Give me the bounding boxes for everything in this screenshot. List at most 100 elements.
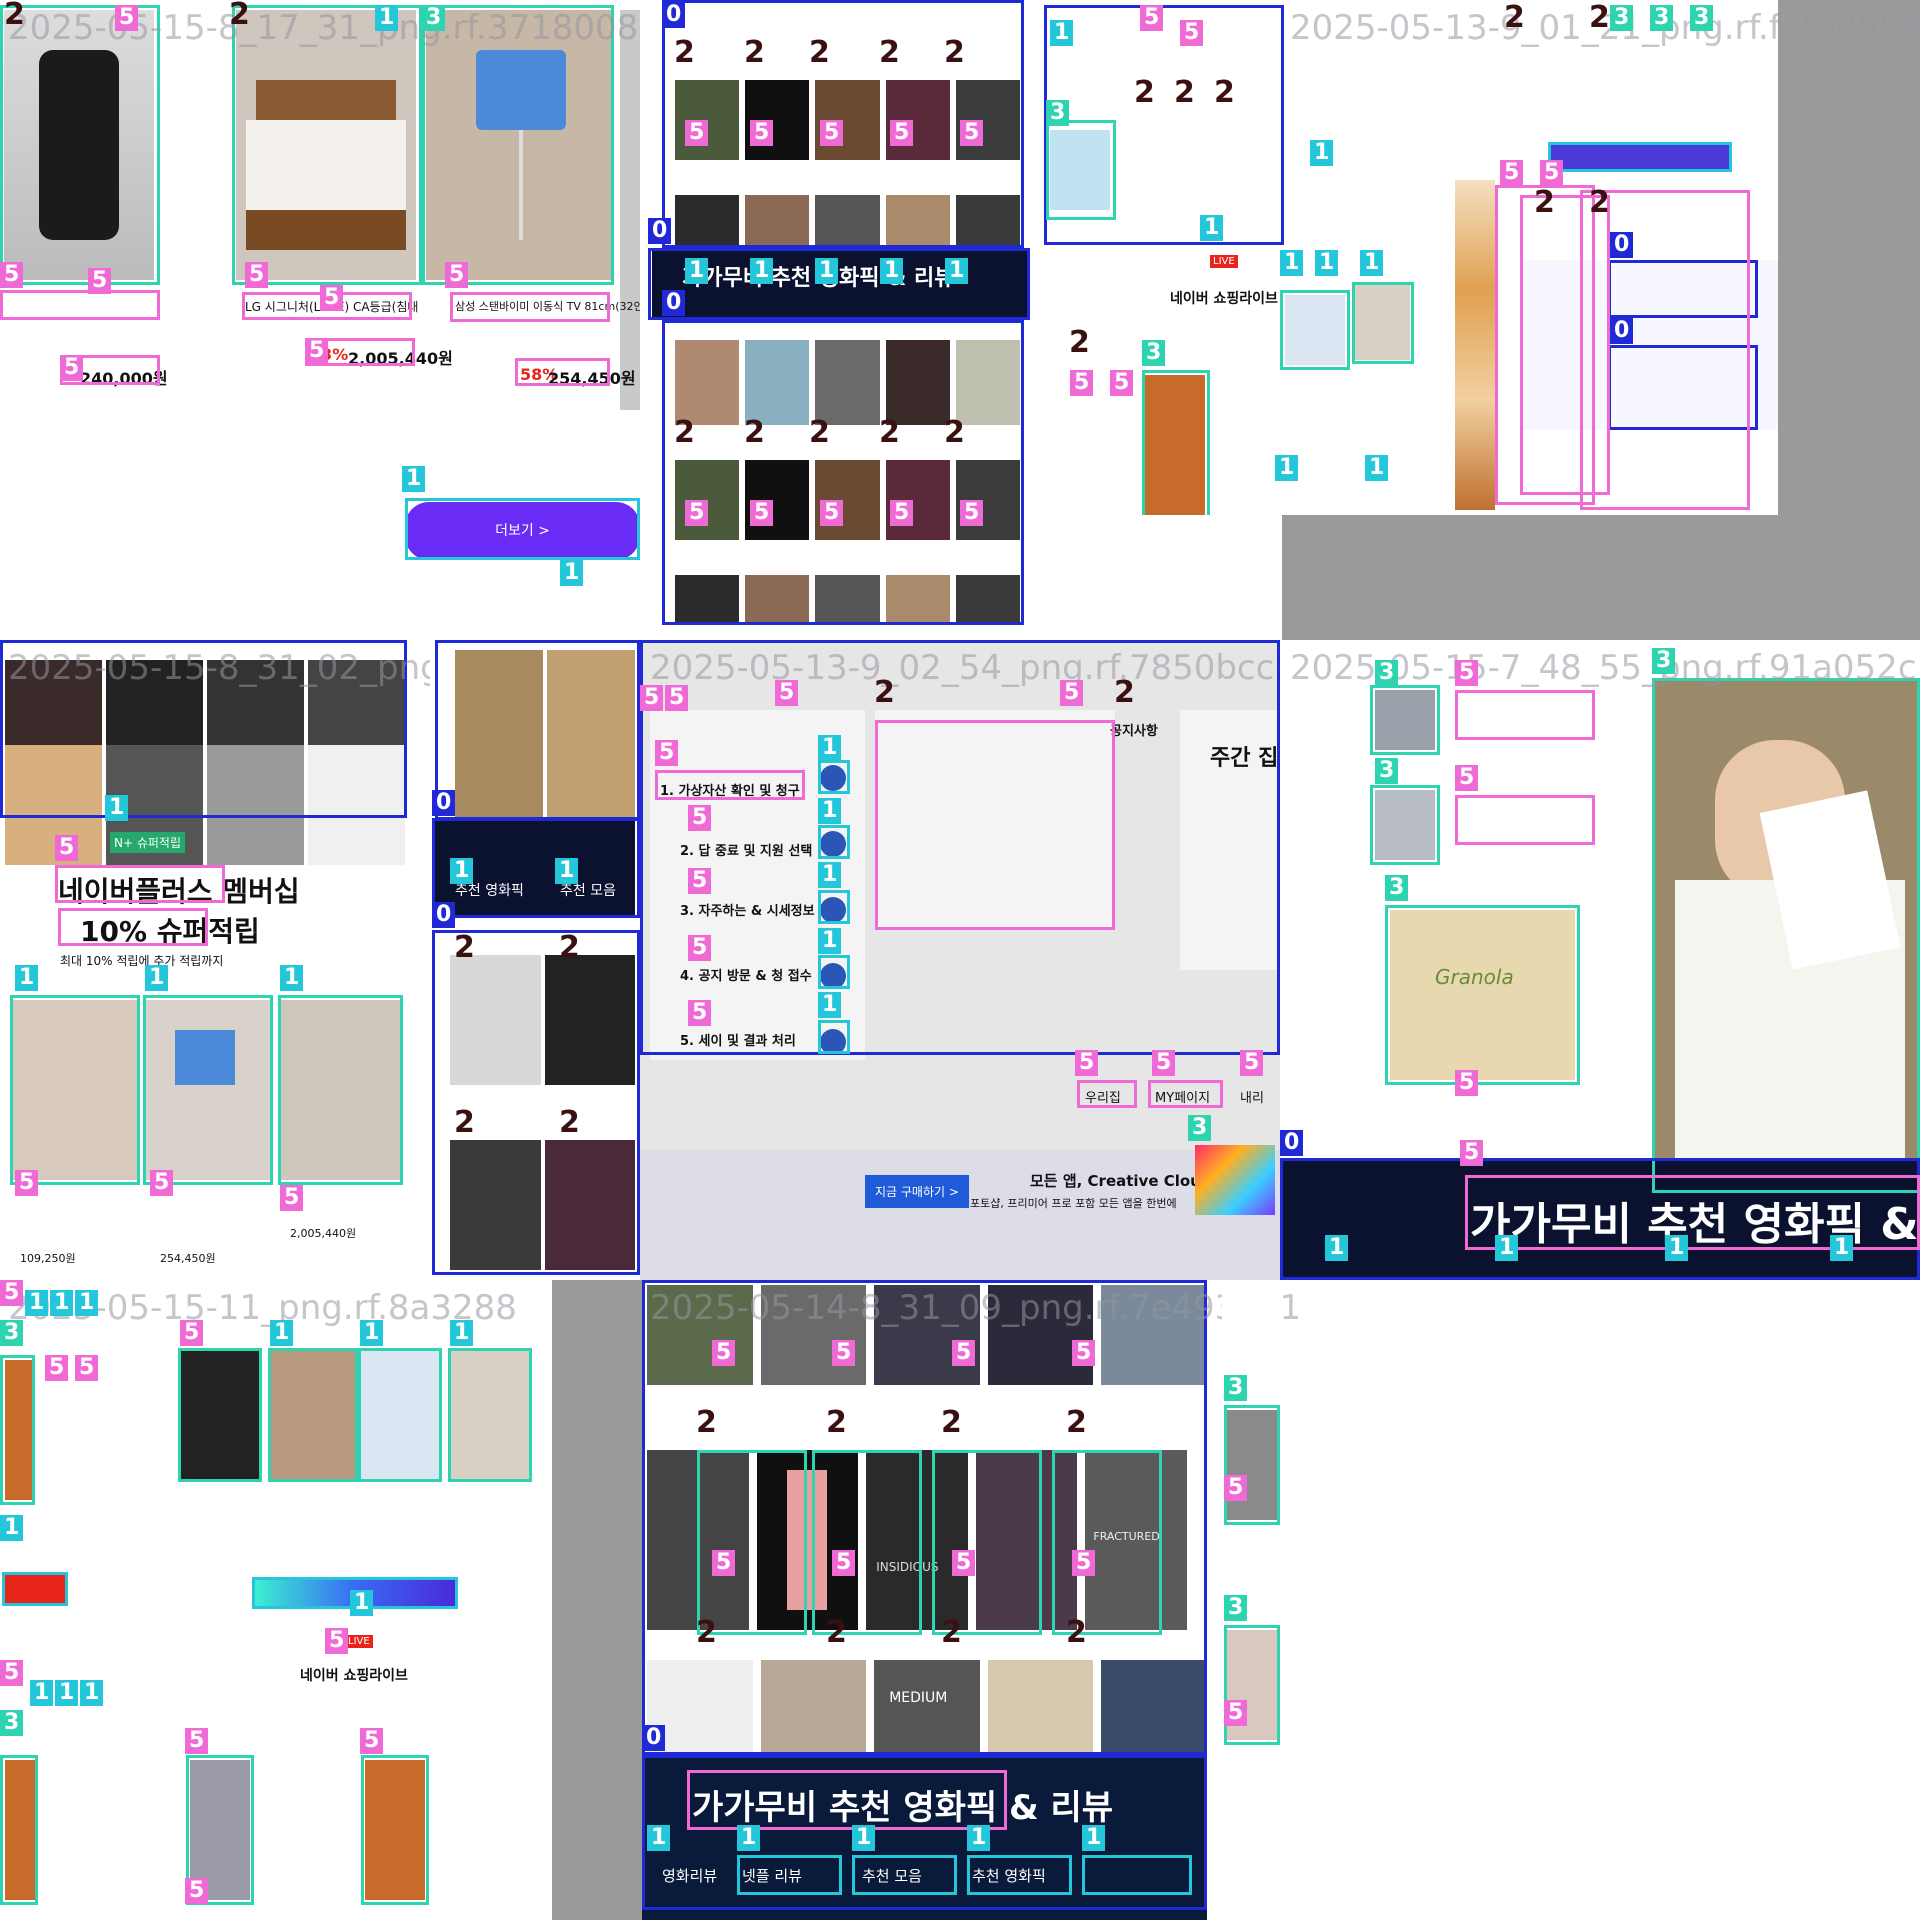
label-2: 2 bbox=[879, 415, 900, 450]
label-5: 5 bbox=[1500, 160, 1524, 186]
label-5: 5 bbox=[320, 285, 344, 311]
label-2: 2 bbox=[826, 1615, 847, 1650]
label-5: 5 bbox=[832, 1550, 856, 1576]
label-1: 1 bbox=[852, 1825, 876, 1851]
label-5: 5 bbox=[832, 1340, 856, 1366]
label-1: 1 bbox=[815, 258, 839, 284]
food-images[interactable] bbox=[1455, 180, 1495, 510]
tile-help-d: 1. 가상자산 확인 및 청구 2. 답 중료 및 지원 선택 3. 자주하는 … bbox=[640, 640, 1280, 1280]
label-1: 1 bbox=[560, 560, 584, 586]
det-icon-1 bbox=[818, 760, 850, 794]
tile-movies-g: INSIDIOUS FRACTURED MEDIUM 가가무비 추천 영화픽 &… bbox=[642, 1280, 1282, 1920]
det-tab-g3 bbox=[967, 1855, 1072, 1895]
label-5: 5 bbox=[0, 1660, 24, 1686]
det-product-2 bbox=[232, 5, 422, 285]
adobe-buy-button[interactable]: 지금 구매하기 > bbox=[865, 1175, 969, 1208]
label-1: 1 bbox=[1495, 1235, 1519, 1261]
label-1: 1 bbox=[647, 1825, 671, 1851]
label-5: 5 bbox=[712, 1340, 736, 1366]
label-5: 5 bbox=[1455, 1070, 1479, 1096]
label-3: 3 bbox=[1224, 1375, 1248, 1401]
label-1: 1 bbox=[555, 858, 579, 884]
label-5: 5 bbox=[445, 262, 469, 288]
label-5: 5 bbox=[640, 685, 664, 711]
det-bed bbox=[448, 1348, 532, 1482]
label-2: 2 bbox=[874, 675, 895, 710]
live-badge-f: LIVE bbox=[345, 1635, 373, 1648]
det-grid-bottom bbox=[662, 320, 1024, 625]
label-1: 1 bbox=[0, 1515, 24, 1541]
det-poster-col bbox=[435, 640, 640, 820]
tile-movies-b: 가가무비 추천 영화픽 & 리뷰 0 0 0 2 2 2 2 2 5 5 5 5… bbox=[640, 0, 1040, 640]
label-0: 0 bbox=[662, 2, 686, 28]
det-prod-c3 bbox=[278, 995, 403, 1185]
label-3: 3 bbox=[422, 5, 446, 31]
live-title-f: 네이버 쇼핑라이브 bbox=[300, 1668, 408, 1684]
label-1: 1 bbox=[1315, 250, 1339, 276]
label-0: 0 bbox=[1610, 232, 1634, 258]
label-3: 3 bbox=[1690, 5, 1714, 31]
tile-news-e: Granola 가가무비 추천 영화픽 & 리뷰 3 3 3 3 3 5 5 5… bbox=[1280, 640, 1920, 1280]
label-3: 3 bbox=[1046, 100, 1070, 126]
label-2: 2 bbox=[809, 415, 830, 450]
label-2: 2 bbox=[696, 1405, 717, 1440]
label-5: 5 bbox=[820, 120, 844, 146]
label-1: 1 bbox=[30, 1680, 54, 1706]
label-5: 5 bbox=[1224, 1475, 1248, 1501]
label-2: 2 bbox=[944, 415, 965, 450]
label-1: 1 bbox=[1365, 455, 1389, 481]
label-1: 1 bbox=[55, 1680, 79, 1706]
label-5: 5 bbox=[952, 1340, 976, 1366]
det-chicken-f2 bbox=[361, 1755, 429, 1905]
label-3: 3 bbox=[0, 1320, 24, 1346]
label-5: 5 bbox=[1072, 1550, 1096, 1576]
label-1: 1 bbox=[737, 1825, 761, 1851]
det-title bbox=[55, 865, 225, 903]
label-2: 2 bbox=[826, 1405, 847, 1440]
label-5: 5 bbox=[88, 268, 112, 294]
empty-region-mid bbox=[552, 1280, 642, 1920]
label-5: 5 bbox=[820, 500, 844, 526]
label-3: 3 bbox=[1610, 5, 1634, 31]
label-1: 1 bbox=[818, 735, 842, 761]
label-3: 3 bbox=[1142, 340, 1166, 366]
label-5: 5 bbox=[185, 1728, 209, 1754]
label-0: 0 bbox=[648, 218, 672, 244]
det-text-5 bbox=[450, 292, 610, 322]
label-5: 5 bbox=[185, 1878, 209, 1904]
label-3: 3 bbox=[1375, 660, 1399, 686]
label-1: 1 bbox=[1665, 1235, 1689, 1261]
superreward-badge[interactable]: N+ 슈퍼적립 bbox=[110, 832, 186, 853]
label-5: 5 bbox=[280, 1185, 304, 1211]
label-1: 1 bbox=[450, 858, 474, 884]
membership-note: 최대 10% 적립에 추가 적립까지 bbox=[60, 954, 224, 968]
label-5: 5 bbox=[1072, 1340, 1096, 1366]
label-2: 2 bbox=[1534, 185, 1555, 220]
label-2: 2 bbox=[559, 930, 580, 965]
label-2: 2 bbox=[1504, 0, 1525, 35]
det-tab-g2 bbox=[852, 1855, 957, 1895]
det-menu-1 bbox=[655, 770, 805, 800]
label-5: 5 bbox=[55, 835, 79, 861]
det-gift bbox=[1046, 120, 1116, 220]
label-1: 1 bbox=[280, 965, 304, 991]
product-c-price-3: 2,005,440원 bbox=[290, 1227, 357, 1240]
label-1: 1 bbox=[818, 798, 842, 824]
det-poster-g4 bbox=[1052, 1450, 1162, 1635]
det-pope bbox=[1652, 678, 1920, 1193]
label-2: 2 bbox=[1069, 325, 1090, 360]
label-2: 2 bbox=[1589, 185, 1610, 220]
label-2: 2 bbox=[696, 1615, 717, 1650]
footer-link-3[interactable]: 내리 bbox=[1240, 1087, 1264, 1106]
label-5: 5 bbox=[890, 500, 914, 526]
label-1: 1 bbox=[450, 1320, 474, 1346]
label-2: 2 bbox=[809, 35, 830, 70]
label-5: 5 bbox=[960, 120, 984, 146]
label-5: 5 bbox=[1240, 1050, 1264, 1076]
det-footer-1 bbox=[1077, 1080, 1137, 1108]
det-bag bbox=[268, 1348, 358, 1482]
det-icon-5 bbox=[818, 1020, 850, 1054]
det-chicken-f3 bbox=[0, 1755, 38, 1905]
label-5: 5 bbox=[750, 120, 774, 146]
label-5: 5 bbox=[685, 120, 709, 146]
